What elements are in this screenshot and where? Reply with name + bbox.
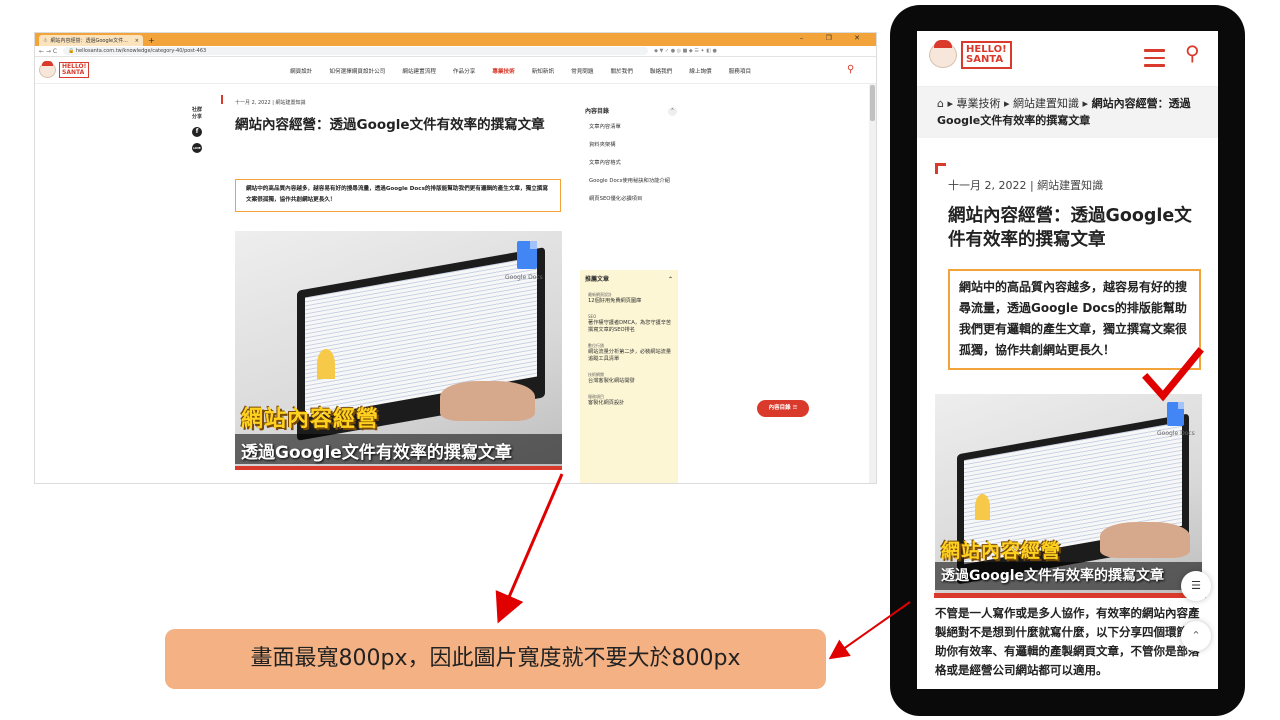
arrow-mobile-to-callout <box>828 601 911 660</box>
arrow-desktop-to-callout <box>495 473 564 624</box>
annotation-callout: 畫面最寬800px，因此圖片寬度就不要大於800px <box>165 629 826 689</box>
checkmark-icon <box>1142 347 1204 402</box>
slide: ☃ 網站內容經營：透過Google文件... × + – ❐ ✕ ← → C 🔒… <box>0 0 1280 720</box>
annotation-arrows <box>495 347 1204 660</box>
